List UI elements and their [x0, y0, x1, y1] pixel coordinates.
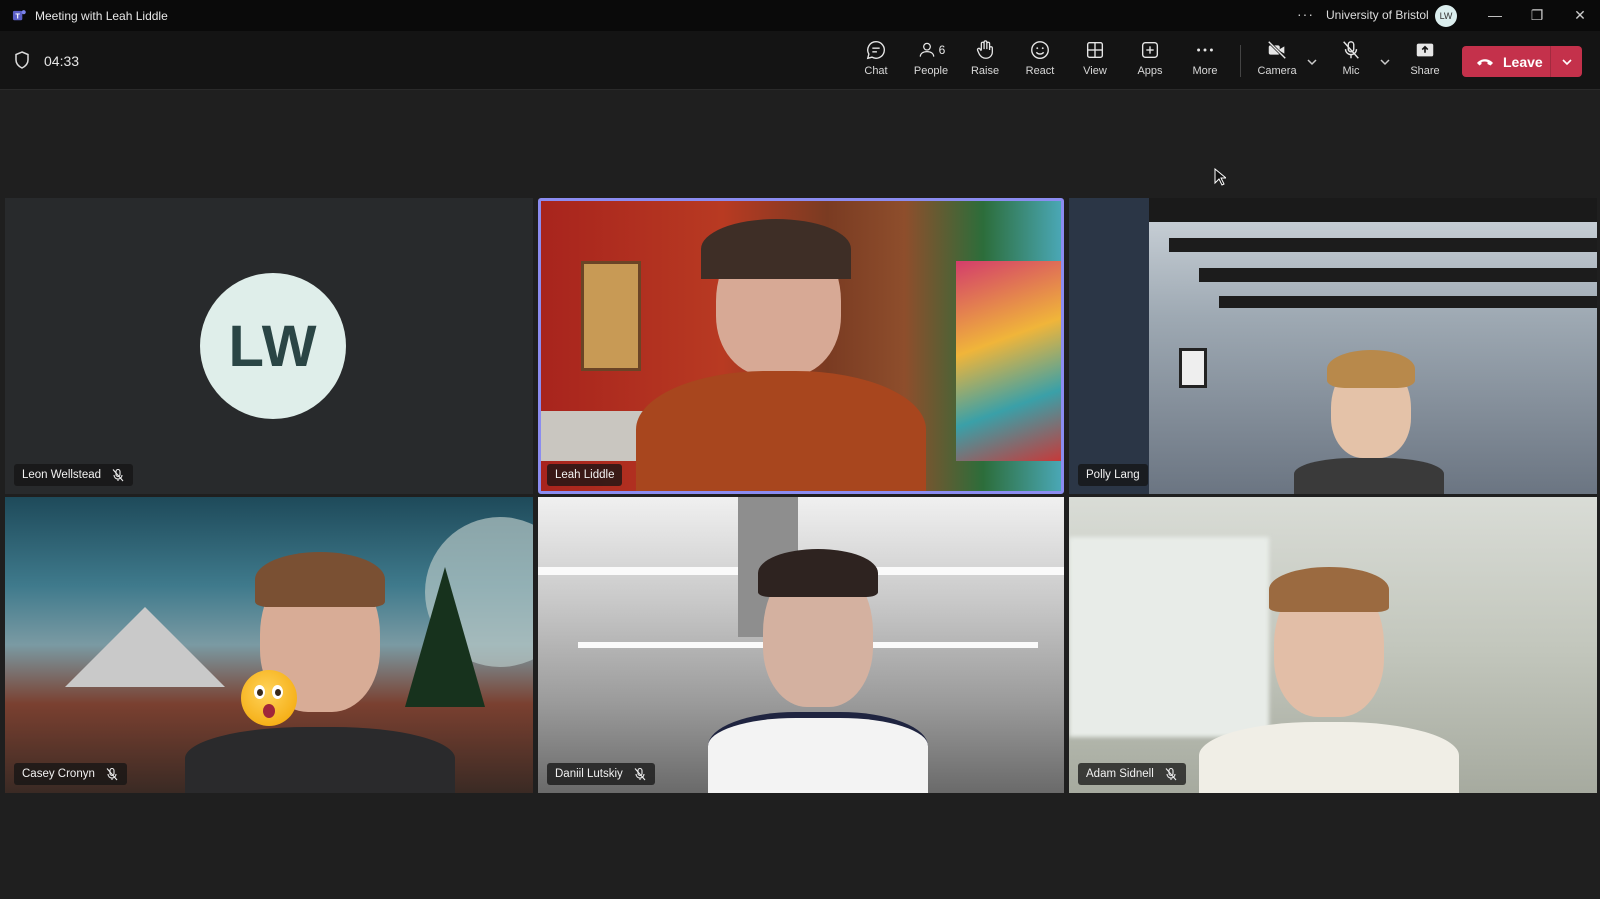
chat-button[interactable]: Chat	[851, 39, 901, 83]
person-hair	[1327, 350, 1415, 388]
restore-button[interactable]: ❐	[1525, 4, 1549, 26]
organization-name[interactable]: University of Bristol	[1326, 8, 1429, 22]
camera-label: Camera	[1257, 65, 1297, 77]
share-screen-icon	[1416, 43, 1434, 57]
participant-tile-casey-cronyn[interactable]: Casey Cronyn	[5, 497, 533, 793]
apps-label: Apps	[1137, 65, 1163, 77]
person-body	[636, 371, 926, 491]
ceiling-beam	[1169, 238, 1597, 252]
wall-frame	[1179, 348, 1207, 388]
meeting-toolbar: 04:33 Chat 6 People Raise React View App…	[0, 31, 1600, 90]
camera-button[interactable]: Camera	[1252, 39, 1302, 83]
ceiling-beam	[1219, 296, 1597, 308]
leave-label: Leave	[1503, 53, 1543, 70]
participant-name: Adam Sidnell	[1086, 768, 1154, 780]
mountain	[65, 607, 225, 687]
participant-name: Leah Liddle	[555, 469, 615, 481]
people-label: People	[913, 65, 949, 77]
person-body	[1294, 458, 1444, 494]
participant-name-tag: Daniil Lutskiy	[547, 763, 655, 785]
shield-icon	[15, 51, 29, 69]
chat-label: Chat	[864, 65, 888, 77]
participant-name: Casey Cronyn	[22, 768, 95, 780]
surprised-reaction-icon	[241, 670, 297, 726]
participant-name-tag: Leon Wellstead	[14, 464, 134, 486]
wall-picture	[581, 261, 641, 371]
meeting-timer: 04:33	[44, 53, 80, 69]
participant-name-tag: Casey Cronyn	[14, 763, 127, 785]
camera-off-icon	[1267, 40, 1287, 60]
participant-name: Daniil Lutskiy	[555, 768, 623, 780]
leave-button[interactable]: Leave	[1462, 46, 1550, 77]
person-hair	[758, 549, 878, 597]
close-button[interactable]: ✕	[1568, 4, 1592, 26]
window-title: Meeting with Leah Liddle	[35, 9, 168, 23]
view-label: View	[1083, 65, 1107, 77]
people-icon	[919, 42, 934, 57]
window-more-icon[interactable]: ···	[1297, 6, 1314, 22]
grid-view-icon	[1086, 41, 1104, 59]
toolbar-divider	[1240, 45, 1241, 77]
more-icon	[1197, 48, 1213, 52]
raise-hand-button[interactable]: Raise	[960, 39, 1010, 83]
svg-text:T: T	[15, 11, 20, 20]
person-hair	[255, 552, 385, 607]
mic-options-chevron-icon[interactable]	[1378, 55, 1392, 69]
participant-tile-leon-wellstead[interactable]: LW Leon Wellstead	[5, 198, 533, 494]
minimize-button[interactable]: —	[1483, 4, 1507, 26]
mouse-cursor-icon	[1214, 168, 1226, 186]
mic-muted-icon	[112, 468, 124, 482]
participant-tile-adam-sidnell[interactable]: Adam Sidnell	[1069, 497, 1597, 793]
raise-hand-icon	[976, 40, 993, 59]
share-label: Share	[1410, 65, 1440, 77]
camera-options-chevron-icon[interactable]	[1305, 55, 1319, 69]
people-count-badge: 6	[938, 43, 946, 57]
participant-tile-polly-lang[interactable]: Polly Lang	[1069, 198, 1597, 494]
mic-label: Mic	[1342, 65, 1360, 77]
person-hair	[1269, 567, 1389, 612]
hang-up-icon	[1477, 58, 1493, 65]
participant-name-tag: Adam Sidnell	[1078, 763, 1186, 785]
smiley-icon	[1031, 41, 1049, 59]
person-body	[1199, 722, 1459, 793]
person-body	[185, 727, 455, 793]
participant-name-tag: Leah Liddle	[547, 464, 623, 486]
mic-muted-icon	[1165, 767, 1177, 781]
mic-off-icon	[1343, 41, 1359, 59]
participant-name-tag: Polly Lang	[1078, 464, 1148, 486]
mic-muted-icon	[634, 767, 646, 781]
account-avatar[interactable]: LW	[1435, 5, 1457, 27]
curtain	[1069, 198, 1149, 494]
people-button[interactable]: 6 People	[906, 39, 956, 83]
mic-button[interactable]: Mic	[1326, 39, 1376, 83]
apps-button[interactable]: Apps	[1125, 39, 1175, 83]
participant-tile-daniil-lutskiy[interactable]: Daniil Lutskiy	[538, 497, 1064, 793]
add-apps-icon	[1141, 41, 1159, 59]
avatar: LW	[200, 273, 346, 419]
more-label: More	[1192, 65, 1218, 77]
blurred-background	[1069, 537, 1269, 737]
mural	[956, 261, 1061, 461]
raise-label: Raise	[970, 65, 1000, 77]
title-bar: T Meeting with Leah Liddle ··· Universit…	[0, 0, 1600, 31]
leave-options-button[interactable]	[1551, 46, 1582, 77]
participant-tile-leah-liddle[interactable]: Leah Liddle	[538, 198, 1064, 494]
more-button[interactable]: More	[1180, 39, 1230, 83]
participant-name: Polly Lang	[1086, 469, 1140, 481]
participant-name: Leon Wellstead	[22, 469, 102, 481]
leave-button-group: Leave	[1462, 46, 1582, 77]
chat-icon	[866, 41, 885, 60]
ceiling-beam	[1199, 268, 1597, 282]
teams-app-icon: T	[12, 10, 26, 20]
person-hair	[701, 219, 851, 279]
mic-muted-icon	[106, 767, 118, 781]
chevron-down-icon	[1561, 58, 1572, 65]
person-body	[708, 712, 928, 793]
view-button[interactable]: View	[1070, 39, 1120, 83]
react-button[interactable]: React	[1015, 39, 1065, 83]
react-label: React	[1025, 65, 1055, 77]
share-button[interactable]: Share	[1400, 39, 1450, 83]
